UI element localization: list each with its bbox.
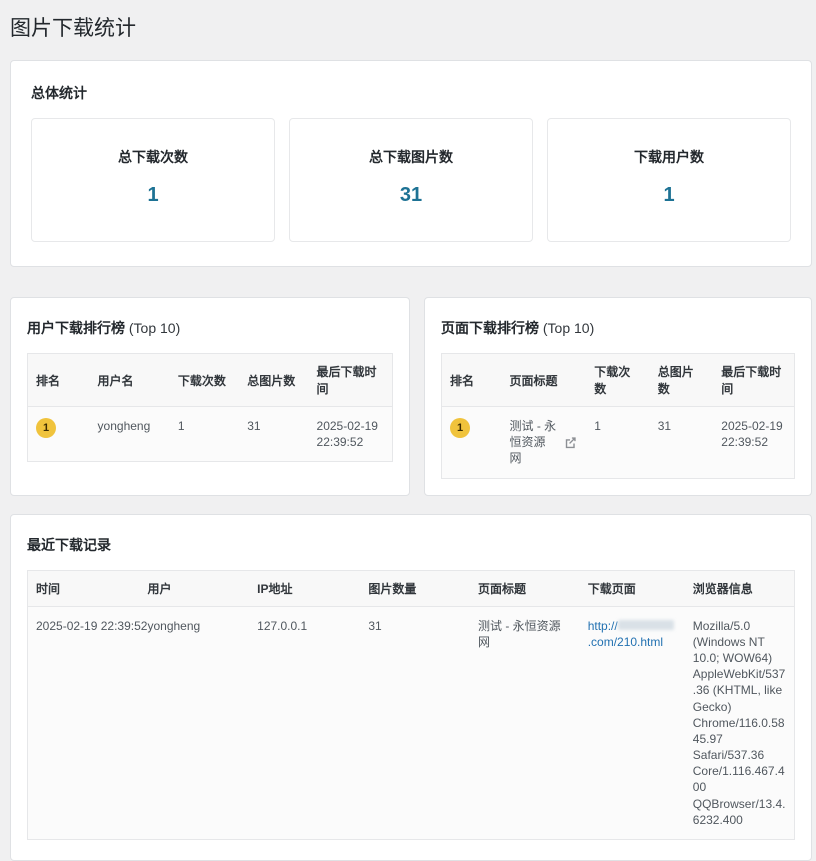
recent-records-panel: 最近下载记录 时间 用户 IP地址 图片数量 页面标题 下载页面 浏览器信息 2… [10, 514, 812, 861]
stat-card-download-users: 下载用户数 1 [547, 118, 791, 242]
page-ranking-heading-suffix: (Top 10) [543, 320, 594, 336]
overall-stats-panel: 总体统计 总下载次数 1 总下载图片数 31 下载用户数 1 [10, 60, 812, 267]
page-ranking-panel: 页面下载排行榜 (Top 10) 排名 页面标题 下载次数 总图片数 最后下载时… [424, 297, 812, 496]
external-link-icon[interactable] [563, 435, 578, 450]
col-last-time: 最后下载时间 [713, 354, 794, 407]
col-last-time: 最后下载时间 [309, 354, 393, 407]
user-ranking-heading-suffix: (Top 10) [129, 320, 180, 336]
rank-badge: 1 [450, 418, 470, 438]
recent-records-table: 时间 用户 IP地址 图片数量 页面标题 下载页面 浏览器信息 2025-02-… [27, 570, 795, 840]
user-ranking-heading: 用户下载排行榜 (Top 10) [27, 318, 393, 338]
cell-image-count: 31 [360, 606, 470, 839]
recent-records-heading: 最近下载记录 [27, 535, 795, 555]
page-ranking-heading-text: 页面下载排行榜 [441, 320, 539, 336]
cell-browser-info: Mozilla/5.0 (Windows NT 10.0; WOW64) App… [685, 606, 795, 839]
admin-content: 图片下载统计 总体统计 总下载次数 1 总下载图片数 31 下载用户数 1 用户… [0, 0, 816, 861]
cell-last-time: 2025-02-19 22:39:52 [713, 407, 794, 479]
stat-label: 总下载次数 [40, 147, 266, 167]
stat-value: 1 [556, 184, 782, 207]
table-header-row: 时间 用户 IP地址 图片数量 页面标题 下载页面 浏览器信息 [28, 570, 795, 606]
col-time: 时间 [28, 570, 140, 606]
cell-page-title: 测试 - 永恒资源网 [470, 606, 580, 839]
cell-time: 2025-02-19 22:39:52 [28, 606, 140, 839]
table-row: 1 测试 - 永恒资源网 1 [442, 407, 795, 479]
col-image-count: 图片数量 [360, 570, 470, 606]
stat-card-total-downloads: 总下载次数 1 [31, 118, 275, 242]
col-browser-info: 浏览器信息 [685, 570, 795, 606]
page-ranking-heading: 页面下载排行榜 (Top 10) [441, 318, 795, 338]
cell-ip: 127.0.0.1 [249, 606, 360, 839]
user-ranking-panel: 用户下载排行榜 (Top 10) 排名 用户名 下载次数 总图片数 最后下载时间 [10, 297, 410, 496]
stat-value: 1 [40, 184, 266, 207]
user-ranking-heading-text: 用户下载排行榜 [27, 320, 125, 336]
col-images: 总图片数 [239, 354, 308, 407]
col-ip: IP地址 [249, 570, 360, 606]
download-page-link[interactable]: http://.com/210.html [588, 619, 674, 649]
cell-downloads: 1 [170, 407, 239, 462]
table-header-row: 排名 用户名 下载次数 总图片数 最后下载时间 [28, 354, 393, 407]
stat-label: 总下载图片数 [298, 147, 524, 167]
table-row: 1 yongheng 1 31 2025-02-19 22:39:52 [28, 407, 393, 462]
stat-card-total-images: 总下载图片数 31 [289, 118, 533, 242]
col-download-page: 下载页面 [580, 570, 685, 606]
col-rank: 排名 [442, 354, 502, 407]
overall-stats-heading: 总体统计 [31, 83, 791, 103]
col-page-title: 页面标题 [502, 354, 587, 407]
col-rank: 排名 [28, 354, 90, 407]
table-row: 2025-02-19 22:39:52 yongheng 127.0.0.1 3… [28, 606, 795, 839]
page-ranking-table: 排名 页面标题 下载次数 总图片数 最后下载时间 1 测试 - 永恒资源网 [441, 353, 795, 479]
col-images: 总图片数 [650, 354, 714, 407]
stat-cards: 总下载次数 1 总下载图片数 31 下载用户数 1 [31, 118, 791, 242]
cell-page-title: 测试 - 永恒资源网 [510, 418, 558, 467]
stat-label: 下载用户数 [556, 147, 782, 167]
user-ranking-table: 排名 用户名 下载次数 总图片数 最后下载时间 1 yongheng 1 31 … [27, 353, 393, 462]
ranking-panels-row: 用户下载排行榜 (Top 10) 排名 用户名 下载次数 总图片数 最后下载时间 [10, 297, 812, 496]
cell-downloads: 1 [586, 407, 650, 479]
cell-images: 31 [650, 407, 714, 479]
col-page-title: 页面标题 [470, 570, 580, 606]
cell-username: yongheng [90, 407, 170, 462]
cell-last-time: 2025-02-19 22:39:52 [309, 407, 393, 462]
cell-images: 31 [239, 407, 308, 462]
cell-user: yongheng [139, 606, 249, 839]
rank-badge: 1 [36, 418, 56, 438]
col-user: 用户 [139, 570, 249, 606]
page-title: 图片下载统计 [10, 12, 812, 42]
col-downloads: 下载次数 [170, 354, 239, 407]
col-username: 用户名 [90, 354, 170, 407]
table-header-row: 排名 页面标题 下载次数 总图片数 最后下载时间 [442, 354, 795, 407]
redacted-domain [618, 620, 674, 630]
col-downloads: 下载次数 [586, 354, 650, 407]
stat-value: 31 [298, 184, 524, 207]
